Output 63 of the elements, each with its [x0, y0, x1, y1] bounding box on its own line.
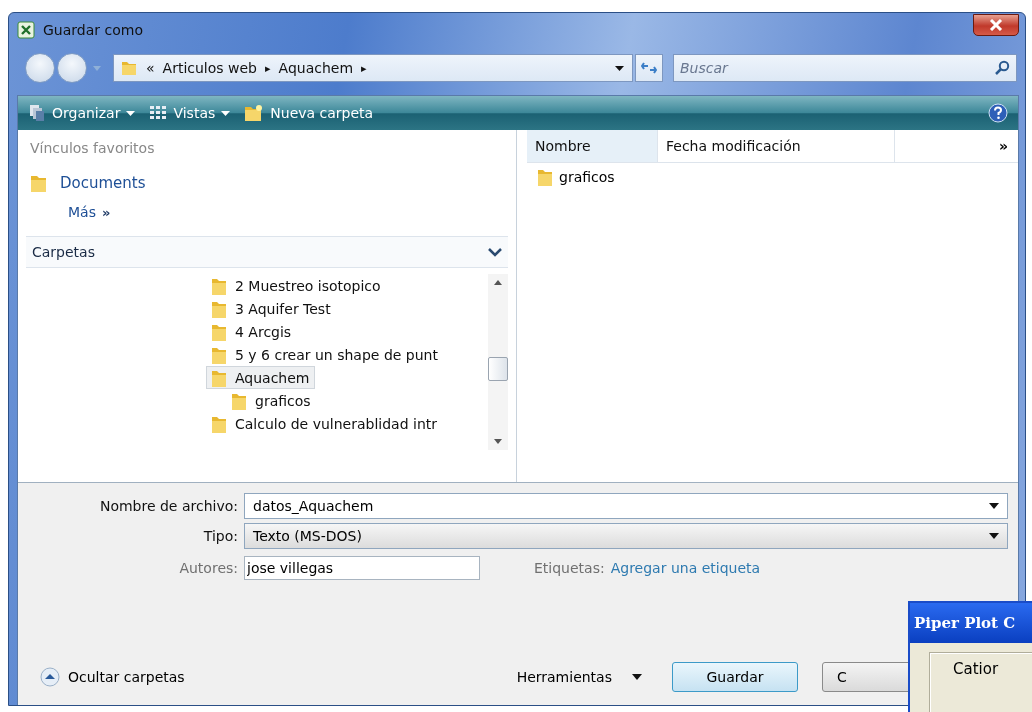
toolbar-button[interactable]: Vistas — [149, 105, 231, 121]
spreadsheet-icon — [17, 21, 35, 39]
breadcrumb[interactable]: « — [146, 60, 155, 76]
folder-tree-item[interactable]: 3 Aquifer Test — [206, 297, 336, 320]
section-header: Vínculos favoritos — [30, 140, 156, 158]
more-link[interactable]: Más » — [30, 198, 504, 226]
breadcrumb-arrow[interactable]: ▸ — [361, 61, 367, 75]
save-button[interactable]: Guardar — [672, 662, 798, 692]
scroll-up-icon[interactable] — [494, 280, 502, 285]
close-icon[interactable] — [989, 19, 1003, 31]
hide-folders-button[interactable]: Ocultar carpetas — [40, 667, 185, 687]
toolbar-button[interactable]: Nueva carpeta — [244, 104, 374, 122]
collapse-icon[interactable] — [40, 667, 60, 687]
scroll-thumb[interactable] — [488, 357, 508, 381]
add-tag-link[interactable]: Agregar una etiqueta — [610, 560, 761, 576]
toolbar-button[interactable]: Organizar — [28, 104, 136, 122]
file-item[interactable]: graficos — [517, 163, 1018, 187]
folder-tree-item[interactable]: 5 y 6 crear un shape de punt — [206, 343, 443, 366]
filename-field[interactable]: datos_Aquachem — [244, 493, 1008, 519]
caret-icon[interactable] — [615, 65, 624, 71]
favorite-link[interactable]: Documents — [30, 168, 504, 198]
folder-tree-item[interactable]: Aquachem — [206, 366, 315, 389]
chevron-icon[interactable] — [488, 247, 502, 257]
field-label: Tipo: — [202, 528, 238, 544]
grid-icon[interactable] — [149, 105, 168, 121]
refresh-button[interactable] — [635, 54, 663, 82]
help-icon[interactable] — [988, 103, 1008, 123]
forward-button[interactable] — [57, 53, 87, 83]
scroll-down-icon[interactable] — [494, 439, 502, 444]
close-button[interactable] — [973, 14, 1019, 36]
search-icon[interactable] — [994, 60, 1010, 76]
authors-field[interactable]: jose villegas — [244, 556, 480, 580]
folder-tree-item[interactable]: 2 Muestreo isotopico — [206, 274, 386, 297]
type-dropdown[interactable]: Texto (MS-DOS) — [244, 523, 1008, 549]
field-label: Autores: — [178, 560, 238, 576]
window-title: Piper Plot C — [910, 603, 1032, 643]
search-field[interactable]: Buscar — [673, 54, 1017, 82]
caret-icon[interactable] — [221, 110, 231, 116]
more-columns-button[interactable]: » — [988, 138, 1018, 154]
field-label: Nombre de archivo: — [98, 498, 238, 514]
refresh-icon[interactable] — [641, 61, 657, 75]
scrollbar[interactable] — [488, 274, 508, 450]
caret-icon[interactable] — [989, 533, 999, 539]
caret-icon[interactable] — [632, 674, 642, 680]
documents-icon[interactable] — [28, 104, 46, 122]
column-header[interactable]: Nombre — [527, 130, 658, 162]
caret-icon[interactable] — [989, 503, 999, 509]
folders-header[interactable]: Carpetas — [26, 236, 508, 268]
caret-icon[interactable] — [126, 110, 136, 116]
folder-tree-item[interactable]: 4 Arcgis — [206, 320, 297, 343]
folder-icon — [120, 59, 138, 77]
field-label: Etiquetas: — [534, 560, 605, 576]
window-title: Guardar como — [43, 22, 143, 38]
folder-tree-item[interactable]: graficos — [226, 389, 316, 412]
folder-icon[interactable] — [244, 104, 265, 122]
tools-menu-button[interactable]: Herramientas — [510, 668, 648, 686]
breadcrumb-arrow[interactable]: ▸ — [265, 61, 271, 75]
folder-tree-item[interactable]: Calculo de vulnerablidad intr — [206, 412, 442, 435]
address-bar[interactable]: « Articulos web ▸ Aquachem ▸ — [113, 54, 633, 82]
back-button[interactable] — [25, 53, 55, 83]
column-header[interactable]: Fecha modificación — [658, 130, 895, 162]
breadcrumb[interactable]: Articulos web — [162, 60, 257, 76]
breadcrumb[interactable]: Aquachem — [278, 60, 354, 76]
